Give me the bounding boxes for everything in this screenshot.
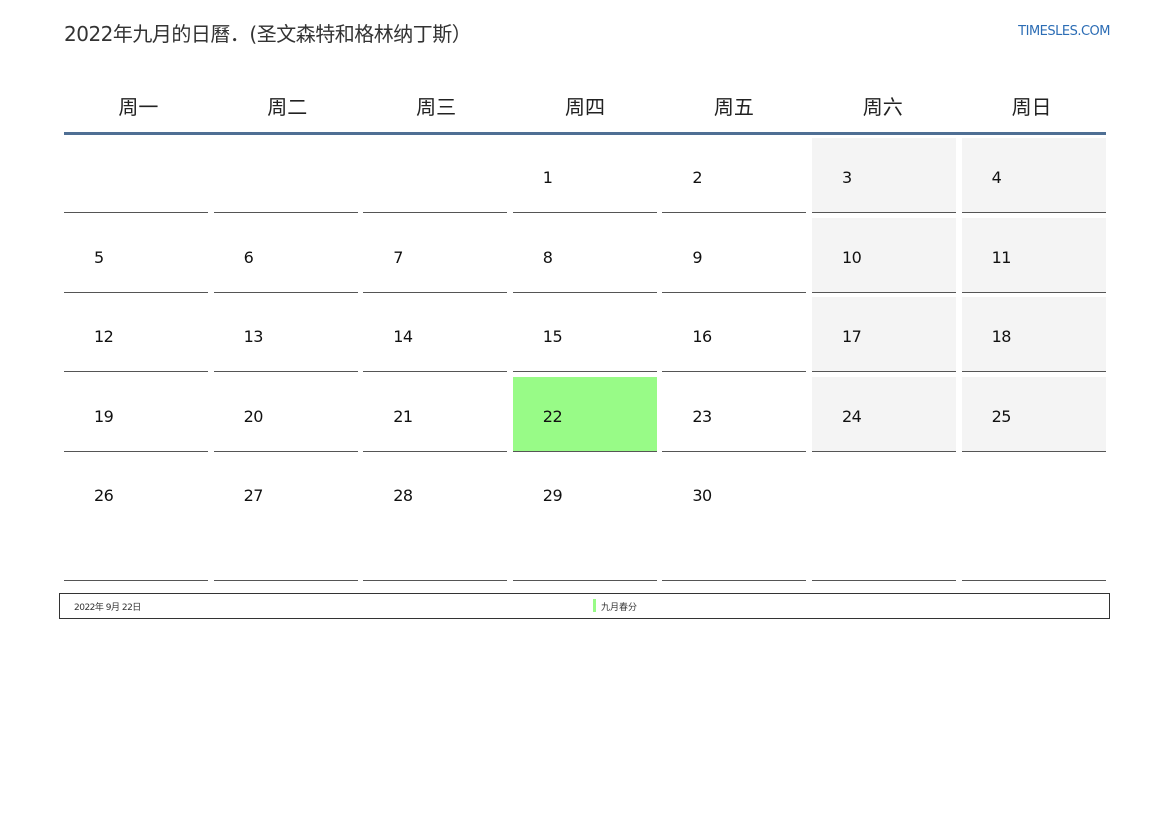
empty-day-cell xyxy=(811,456,956,582)
legend-event-name: 九月春分 xyxy=(601,603,638,613)
day-cell[interactable]: 24 xyxy=(811,376,956,452)
day-cell[interactable]: 29 xyxy=(512,456,657,582)
day-number: 17 xyxy=(841,327,862,347)
day-number: 26 xyxy=(94,486,114,506)
day-number: 24 xyxy=(841,406,862,426)
day-number: 30 xyxy=(692,486,712,506)
weekday-header-row: 周一 周二 周三 周四 周五 周六 周日 xyxy=(64,78,1106,135)
day-number: 4 xyxy=(991,168,1002,187)
day-cell[interactable]: 14 xyxy=(363,297,508,373)
empty-day-cell xyxy=(363,138,508,213)
empty-day-cell xyxy=(961,456,1106,582)
empty-day-cell xyxy=(64,138,208,213)
day-cell[interactable]: 19 xyxy=(64,377,208,452)
day-number: 25 xyxy=(991,406,1012,426)
day-number: 22 xyxy=(542,406,563,426)
day-number: 3 xyxy=(841,168,852,187)
day-cell[interactable]: 15 xyxy=(512,297,657,373)
calendar-title: 2022年九月的日曆．(圣文森特和格林纳丁斯） xyxy=(64,22,472,46)
day-number: 13 xyxy=(243,327,264,347)
day-cell[interactable]: 8 xyxy=(512,218,657,293)
day-cell[interactable]: 30 xyxy=(662,456,807,582)
day-number: 12 xyxy=(94,327,114,347)
legend-date: 2022年 9月 22日 xyxy=(74,603,141,613)
day-cell[interactable]: 17 xyxy=(811,297,956,373)
day-number: 5 xyxy=(94,247,104,267)
day-number: 2 xyxy=(692,168,703,187)
weekday-header: 周六 xyxy=(862,94,903,119)
day-number: 6 xyxy=(243,247,254,267)
day-cell[interactable]: 5 xyxy=(64,218,208,293)
day-cell[interactable]: 26 xyxy=(64,456,208,582)
site-brand-link[interactable]: TIMESLES.COM xyxy=(1018,24,1110,39)
day-number: 28 xyxy=(393,486,413,506)
day-number: 8 xyxy=(542,247,553,267)
day-number: 23 xyxy=(692,406,712,426)
day-cell[interactable]: 2 xyxy=(662,138,807,213)
day-cell[interactable]: 22 xyxy=(512,376,657,452)
calendar-grid: 1 2 3 4 5 6 7 8 9 10 11 12 13 14 15 16 17 18 19 20 21 22 23 24 2… xyxy=(64,138,1106,582)
day-number: 1 xyxy=(542,168,553,187)
day-cell[interactable]: 13 xyxy=(213,297,358,373)
day-number: 14 xyxy=(393,327,413,347)
day-cell[interactable]: 4 xyxy=(961,138,1106,213)
day-cell[interactable]: 25 xyxy=(961,376,1106,452)
day-cell[interactable]: 6 xyxy=(213,218,358,293)
weekday-header: 周一 xyxy=(118,94,159,119)
day-number: 19 xyxy=(94,406,114,426)
day-cell[interactable]: 18 xyxy=(961,297,1106,373)
day-number: 11 xyxy=(991,247,1012,267)
day-cell[interactable]: 1 xyxy=(512,138,657,213)
day-cell[interactable]: 23 xyxy=(662,377,807,452)
day-cell[interactable]: 20 xyxy=(213,377,358,452)
weekday-header: 周二 xyxy=(267,94,308,119)
day-cell[interactable]: 21 xyxy=(363,377,508,452)
day-number: 18 xyxy=(991,327,1012,347)
day-cell[interactable]: 28 xyxy=(363,456,508,582)
weekday-header: 周日 xyxy=(1011,94,1052,119)
weekday-header: 周五 xyxy=(713,94,754,119)
day-cell[interactable]: 7 xyxy=(363,218,508,293)
day-number: 9 xyxy=(692,247,703,267)
weekday-header: 周三 xyxy=(416,94,457,119)
empty-day-cell xyxy=(213,138,358,213)
holiday-legend: 2022年 9月 22日 九月春分 xyxy=(59,593,1110,619)
day-cell[interactable]: 11 xyxy=(961,217,1106,293)
day-cell[interactable]: 10 xyxy=(811,217,956,293)
day-cell[interactable]: 16 xyxy=(662,297,807,373)
day-number: 21 xyxy=(393,406,413,426)
day-cell[interactable]: 27 xyxy=(213,456,358,582)
day-number: 10 xyxy=(841,247,862,267)
day-number: 7 xyxy=(393,247,403,267)
day-cell[interactable]: 12 xyxy=(64,297,208,373)
day-number: 20 xyxy=(243,406,264,426)
weekday-header: 周四 xyxy=(564,94,605,119)
day-number: 27 xyxy=(243,486,264,506)
day-cell[interactable]: 3 xyxy=(811,138,956,213)
day-number: 29 xyxy=(542,486,563,506)
day-number: 16 xyxy=(692,327,712,347)
day-number: 15 xyxy=(542,327,563,347)
day-cell[interactable]: 9 xyxy=(662,218,807,293)
legend-color-swatch xyxy=(593,599,596,612)
